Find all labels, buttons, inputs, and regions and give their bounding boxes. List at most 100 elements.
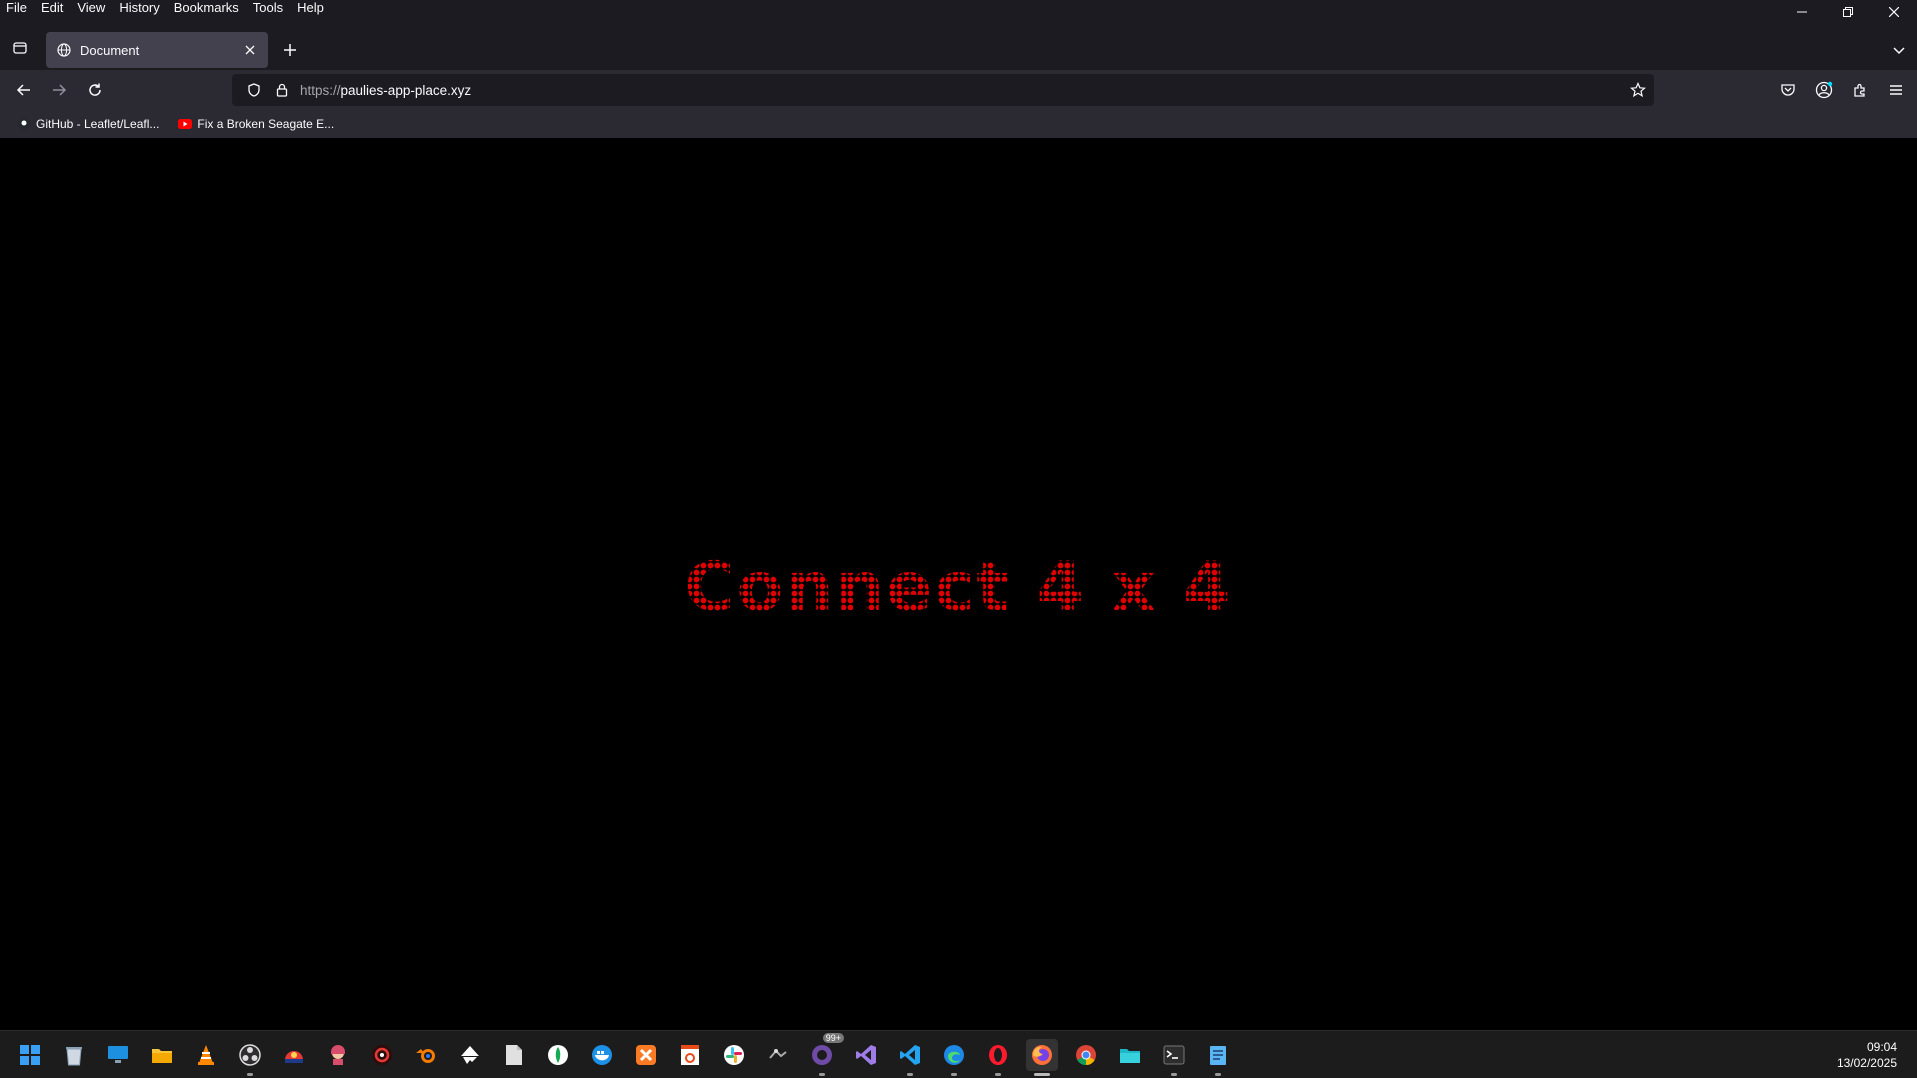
close-icon (1889, 7, 1899, 17)
active-indicator (1034, 1073, 1050, 1076)
tab-strip: Document (0, 28, 1917, 70)
file-explorer-icon[interactable] (146, 1039, 178, 1071)
notepad-icon[interactable] (1202, 1039, 1234, 1076)
hamburger-menu-icon (1890, 85, 1902, 95)
tab-document[interactable]: Document (46, 32, 268, 68)
bookmark-seagate-video[interactable]: Fix a Broken Seagate E... (171, 113, 340, 135)
taskbar-icons: 99+ (14, 1033, 1234, 1076)
app-icon[interactable] (366, 1039, 398, 1071)
restore-button[interactable] (1825, 0, 1871, 24)
forward-button[interactable] (47, 78, 71, 102)
bookmark-star-icon[interactable] (1630, 82, 1646, 98)
vscode-icon[interactable] (894, 1039, 926, 1076)
running-indicator (819, 1073, 825, 1076)
mongodb-icon[interactable] (542, 1039, 574, 1071)
menu-file[interactable]: File (0, 0, 34, 18)
clock-time: 09:04 (1866, 1040, 1897, 1054)
folder-icon[interactable] (1114, 1039, 1146, 1071)
system-clock[interactable]: 09:04 13/02/2025 (1837, 1039, 1897, 1071)
close-window-button[interactable] (1871, 0, 1917, 24)
bookmark-label: GitHub - Leaflet/Leafl... (36, 117, 160, 131)
slack-icon[interactable] (718, 1039, 750, 1071)
github-desktop-icon[interactable]: 99+ (806, 1033, 844, 1076)
obs-icon[interactable] (234, 1039, 266, 1076)
minimize-button[interactable] (1779, 0, 1825, 24)
url-text[interactable]: https://paulies-app-place.xyz (300, 83, 471, 98)
tab-close-button[interactable] (242, 42, 258, 58)
app-icon[interactable] (278, 1039, 310, 1071)
app-menu-button[interactable] (1884, 78, 1908, 102)
tracking-protection-shield-icon[interactable] (246, 82, 262, 98)
menu-history[interactable]: History (112, 0, 166, 18)
tab-list-button[interactable] (8, 36, 32, 60)
lock-icon[interactable] (274, 82, 290, 98)
tab-title: Document (80, 42, 140, 58)
reload-icon (89, 83, 101, 96)
minimize-icon (1797, 11, 1807, 13)
blender-icon[interactable] (410, 1039, 442, 1071)
running-indicator (907, 1073, 913, 1076)
browser-window: File Edit View History Bookmarks Tools H… (0, 0, 1917, 1078)
new-tab-button[interactable] (278, 38, 302, 62)
running-indicator (1171, 1073, 1177, 1076)
page-content: Connect 4 x 4 (0, 138, 1917, 1030)
vlc-icon[interactable] (190, 1039, 222, 1071)
menu-view[interactable]: View (70, 0, 112, 18)
tabs-list-icon (13, 42, 27, 54)
docker-icon[interactable] (586, 1039, 618, 1071)
app-icon[interactable] (322, 1039, 354, 1071)
pocket-icon (1781, 84, 1795, 96)
back-button[interactable] (12, 78, 36, 102)
xampp-icon[interactable] (630, 1039, 662, 1071)
bookmark-github-leaflet[interactable]: GitHub - Leaflet/Leafl... (10, 113, 165, 135)
restore-icon (1843, 7, 1853, 17)
chevron-down-icon (1893, 47, 1905, 55)
close-icon (245, 45, 255, 55)
puzzle-icon (1854, 83, 1865, 97)
visual-studio-icon[interactable] (850, 1039, 882, 1071)
pocket-button[interactable] (1776, 78, 1800, 102)
terminal-icon[interactable] (1158, 1039, 1190, 1076)
windows-start-icon[interactable] (14, 1039, 46, 1071)
extensions-button[interactable] (1848, 78, 1872, 102)
app-icon[interactable] (762, 1039, 794, 1071)
running-indicator (951, 1073, 957, 1076)
firefox-icon[interactable] (1026, 1039, 1058, 1076)
page-title: Connect 4 x 4 (0, 548, 1917, 627)
globe-icon (56, 42, 72, 58)
title-and-tab-bar: File Edit View History Bookmarks Tools H… (0, 0, 1917, 70)
account-icon (1815, 81, 1833, 99)
menu-edit[interactable]: Edit (34, 0, 70, 18)
app-icon[interactable] (674, 1039, 706, 1071)
bookmarks-toolbar: GitHub - Leaflet/Leafl... Fix a Broken S… (0, 110, 1917, 138)
file-icon[interactable] (498, 1039, 530, 1071)
menu-help[interactable]: Help (290, 0, 331, 18)
windows-taskbar: 99+ 09:04 13/02/2025 (0, 1030, 1917, 1078)
window-controls (1779, 0, 1917, 24)
plus-icon (284, 44, 296, 56)
menu-bar: File Edit View History Bookmarks Tools H… (0, 0, 331, 18)
edge-icon[interactable] (938, 1039, 970, 1076)
desktop-icon[interactable] (102, 1039, 134, 1071)
menu-tools[interactable]: Tools (246, 0, 290, 18)
reload-button[interactable] (83, 78, 107, 102)
running-indicator (995, 1073, 1001, 1076)
chrome-icon[interactable] (1070, 1039, 1102, 1071)
url-scheme: https:// (300, 82, 341, 98)
inkscape-icon[interactable] (454, 1039, 486, 1071)
notification-badge: 99+ (822, 1033, 844, 1043)
bookmark-label: Fix a Broken Seagate E... (197, 117, 335, 131)
menu-bookmarks[interactable]: Bookmarks (167, 0, 246, 18)
url-bar[interactable]: https://paulies-app-place.xyz (232, 74, 1654, 106)
back-arrow-icon (16, 84, 30, 96)
navigation-toolbar: https://paulies-app-place.xyz (0, 70, 1917, 110)
github-icon (16, 116, 32, 132)
forward-arrow-icon (53, 84, 67, 96)
running-indicator (1215, 1073, 1221, 1076)
account-button[interactable] (1812, 78, 1836, 102)
running-indicator (247, 1073, 253, 1076)
opera-icon[interactable] (982, 1039, 1014, 1076)
list-all-tabs-button[interactable] (1887, 38, 1911, 62)
clock-date: 13/02/2025 (1836, 1056, 1897, 1070)
recycle-bin-icon[interactable] (58, 1039, 90, 1071)
